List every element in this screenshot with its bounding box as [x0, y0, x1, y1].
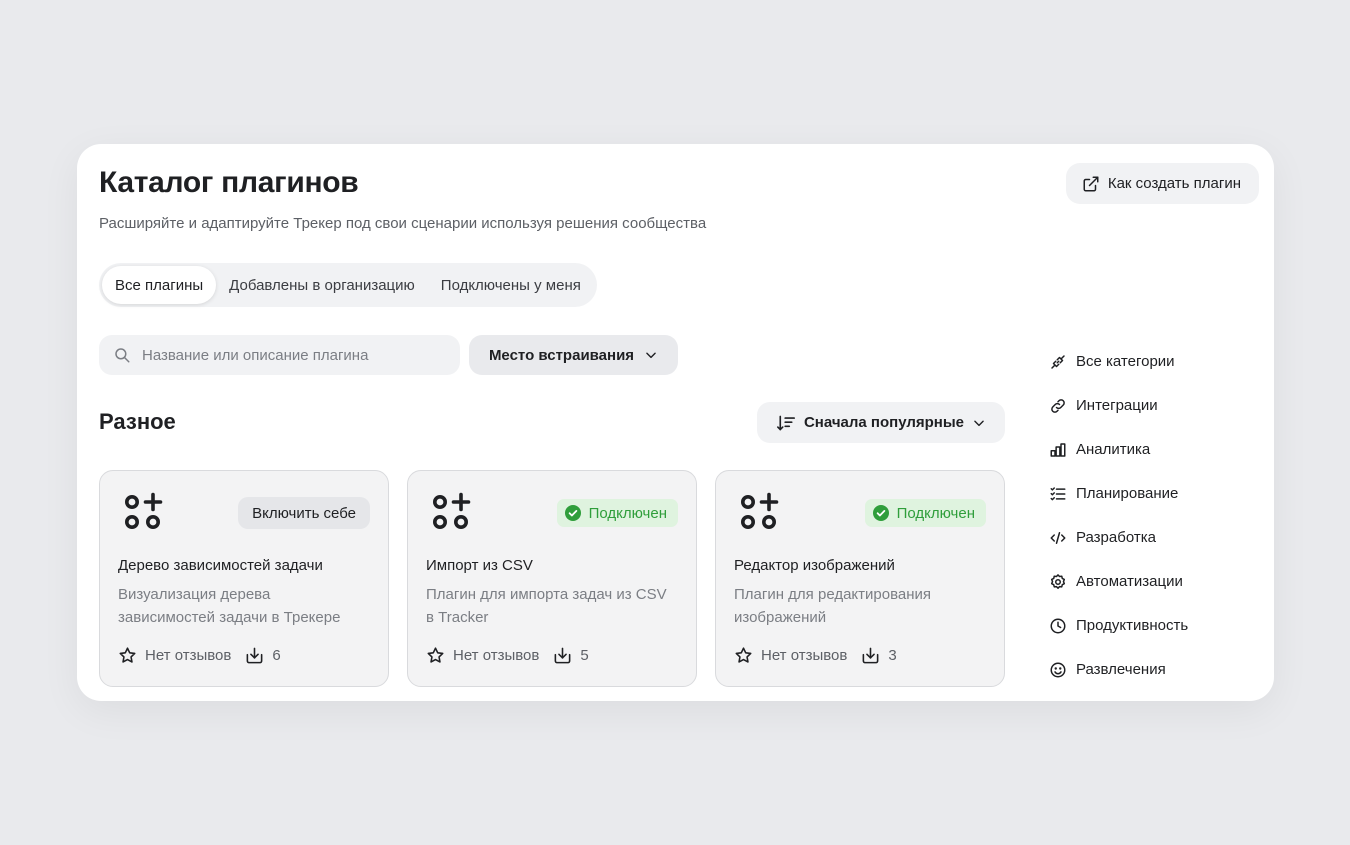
category-entertainment[interactable]: Развлечения: [1049, 647, 1188, 692]
sort-label: Сначала популярные: [803, 414, 965, 431]
search-input[interactable]: [140, 345, 444, 365]
placement-filter-dropdown[interactable]: Место встраивания: [469, 335, 678, 375]
category-label: Разработка: [1076, 529, 1156, 546]
category-label: Аналитика: [1076, 441, 1151, 458]
plugin-name: Редактор изображений: [734, 557, 895, 574]
connected-badge-label: Подключен: [896, 504, 975, 522]
code-icon: [1050, 531, 1066, 544]
plugin-logo-icon: [125, 492, 163, 529]
check-circle-icon: [872, 505, 889, 521]
category-automations[interactable]: Автоматизации: [1049, 559, 1188, 604]
category-analytics[interactable]: Аналитика: [1049, 427, 1188, 472]
category-label: Интеграции: [1076, 397, 1158, 414]
plugin-description: Визуализация дерева зависимостей задачи …: [118, 586, 341, 626]
link-icon: [1051, 398, 1065, 413]
plugin-meta: Нет отзывов 3: [734, 646, 897, 665]
page-title: Каталог плагинов: [99, 166, 359, 199]
section-title: Разное: [99, 409, 176, 434]
install-count: 6: [272, 647, 281, 664]
connected-badge: Подключен: [556, 499, 678, 527]
plugin-logo-icon: [433, 492, 471, 529]
sort-dropdown[interactable]: Сначала популярные: [757, 402, 1005, 443]
category-label: Автоматизации: [1076, 573, 1183, 590]
search-box: [99, 335, 460, 375]
plugin-meta: Нет отзывов 6: [118, 646, 281, 665]
external-link-icon: [1083, 176, 1099, 191]
page-subtitle: Расширяйте и адаптируйте Трекер под свои…: [99, 215, 707, 232]
tab-added-to-organization[interactable]: Добавлены в организацию: [216, 266, 428, 304]
plugin-description: Плагин для редактирования изображений: [734, 586, 932, 626]
enable-for-me-button[interactable]: Включить себе: [238, 497, 370, 529]
catalog-tabs: Все плагины Добавлены в организацию Подк…: [99, 263, 597, 307]
gear-icon: [1050, 573, 1066, 589]
reviews-text: Нет отзывов: [145, 647, 232, 664]
install-count: 3: [888, 647, 897, 664]
smile-icon: [1050, 662, 1066, 677]
chevron-down-icon: [974, 420, 984, 426]
chevron-down-icon: [646, 352, 656, 359]
search-icon: [115, 348, 130, 363]
download-icon: [554, 647, 571, 664]
how-to-create-plugin-label: Как создать плагин: [1107, 175, 1241, 192]
category-list: Все категории Интеграции Аналитика Плани…: [1049, 340, 1188, 692]
plugin-meta: Нет отзывов 5: [426, 646, 589, 665]
checklist-icon: [1050, 486, 1066, 500]
plugin-card[interactable]: Подключен Редактор изображений Плагин дл…: [715, 470, 1005, 687]
clock-icon: [1050, 618, 1066, 633]
bar-chart-icon: [1050, 442, 1066, 457]
star-icon: [119, 647, 136, 663]
category-integrations[interactable]: Интеграции: [1049, 383, 1188, 428]
plugin-card[interactable]: Подключен Импорт из CSV Плагин для импор…: [407, 470, 697, 687]
reviews-text: Нет отзывов: [453, 647, 540, 664]
placement-filter-label: Место встраивания: [488, 346, 635, 364]
install-count: 5: [580, 647, 589, 664]
plugin-description: Плагин для импорта задач из CSV в Tracke…: [426, 586, 667, 626]
category-productivity[interactable]: Продуктивность: [1049, 603, 1188, 648]
download-icon: [862, 647, 879, 664]
category-label: Продуктивность: [1076, 617, 1189, 634]
download-icon: [246, 647, 263, 664]
star-icon: [427, 647, 444, 663]
check-circle-icon: [564, 505, 581, 521]
connected-badge-label: Подключен: [588, 504, 667, 522]
reviews-text: Нет отзывов: [761, 647, 848, 664]
plugin-name: Дерево зависимостей задачи: [118, 557, 323, 574]
category-label: Развлечения: [1076, 661, 1166, 678]
plugin-catalog-panel: Каталог плагинов Расширяйте и адаптируйт…: [77, 144, 1274, 701]
connected-badge: Подключен: [864, 499, 986, 527]
sort-icon: [776, 415, 795, 430]
category-label: Все категории: [1076, 353, 1175, 370]
category-label: Планирование: [1076, 485, 1179, 502]
category-development[interactable]: Разработка: [1049, 515, 1188, 560]
plugin-name: Импорт из CSV: [426, 557, 533, 574]
category-planning[interactable]: Планирование: [1049, 471, 1188, 516]
tab-connected-by-me[interactable]: Подключены у меня: [428, 266, 594, 304]
plugin-logo-icon: [741, 492, 779, 529]
how-to-create-plugin-button[interactable]: Как создать плагин: [1065, 163, 1259, 204]
category-all[interactable]: Все категории: [1049, 339, 1188, 384]
plugin-card[interactable]: Включить себе Дерево зависимостей задачи…: [99, 470, 389, 687]
star-icon: [735, 647, 752, 663]
tab-all-plugins[interactable]: Все плагины: [102, 266, 217, 304]
puzzle-icon: [1051, 354, 1065, 369]
